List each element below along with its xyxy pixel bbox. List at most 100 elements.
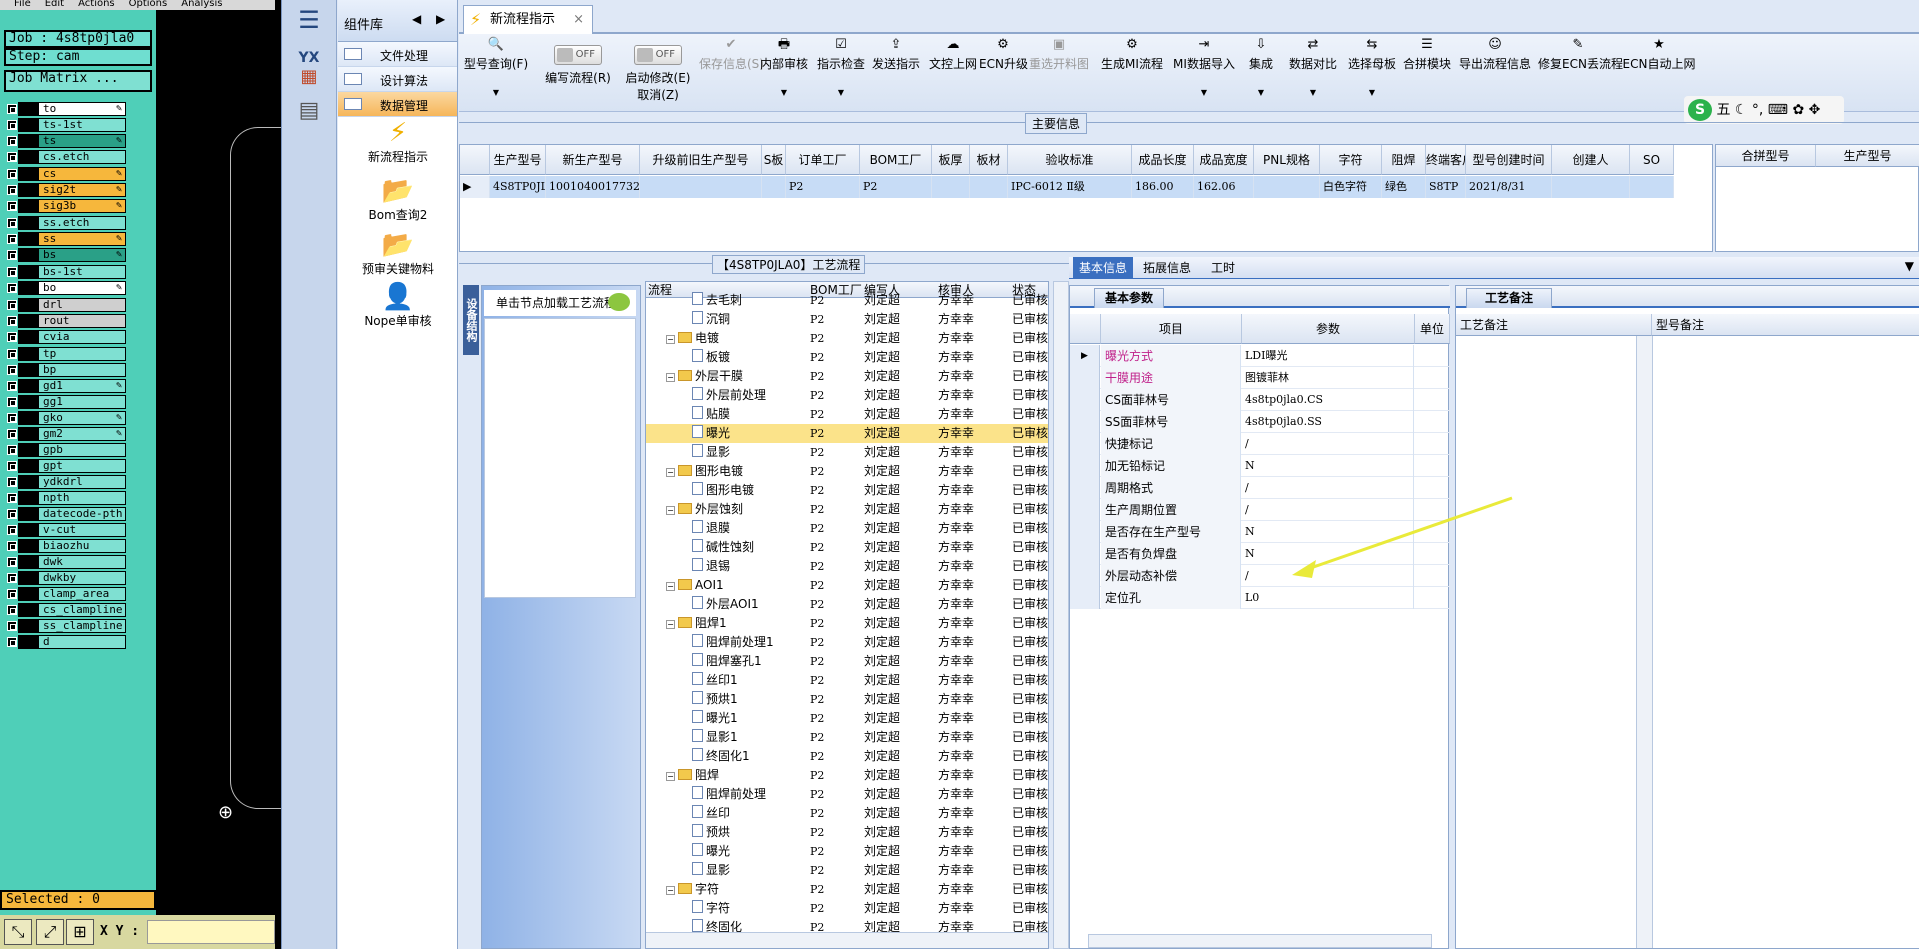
- tree-row[interactable]: 显影 P2 刘定超 方幸幸 已审核: [646, 443, 1048, 462]
- tree-row[interactable]: 曝光 P2 刘定超 方幸幸 已审核: [646, 842, 1048, 861]
- grid-cell[interactable]: [1254, 176, 1320, 198]
- layer-row[interactable]: gg1: [4, 395, 126, 410]
- tree-row[interactable]: − 图形电镀 P2 刘定超 方幸幸 已审核: [646, 462, 1048, 481]
- collapse-icon[interactable]: −: [666, 620, 675, 629]
- component-new-flow[interactable]: ⚡ 新流程指示: [338, 118, 458, 165]
- chevron-down-icon[interactable]: ▼: [1905, 259, 1914, 273]
- layer-checkbox[interactable]: [7, 493, 17, 503]
- grid-cell[interactable]: [640, 176, 762, 198]
- layer-checkbox[interactable]: [7, 621, 17, 631]
- column-header[interactable]: 阻焊: [1382, 145, 1426, 175]
- layer-name[interactable]: v-cut: [38, 523, 126, 537]
- tree-row[interactable]: 贴膜 P2 刘定超 方幸幸 已审核: [646, 405, 1048, 424]
- layer-name[interactable]: cs.etch: [38, 150, 126, 164]
- param-unit[interactable]: [1415, 565, 1450, 587]
- layer-name[interactable]: datecode-pth: [38, 507, 126, 521]
- layer-checkbox[interactable]: [7, 136, 17, 146]
- param-row[interactable]: 外层动态补偿 /: [1070, 565, 1450, 587]
- tree-row[interactable]: 碱性蚀刻 P2 刘定超 方幸幸 已审核: [646, 538, 1048, 557]
- model-note-header[interactable]: 型号备注: [1652, 314, 1919, 336]
- layer-affected-flag[interactable]: [18, 347, 38, 361]
- layer-checkbox[interactable]: [7, 381, 17, 391]
- param-unit[interactable]: [1415, 499, 1450, 521]
- grid-cell[interactable]: [1552, 176, 1630, 198]
- layer-row[interactable]: gpt: [4, 459, 126, 474]
- layer-checkbox[interactable]: [7, 250, 17, 260]
- param-value[interactable]: /: [1242, 565, 1414, 587]
- tree-row[interactable]: 曝光 P2 刘定超 方幸幸 已审核: [646, 424, 1048, 443]
- toolbar-button[interactable]: ⇆ 选择母板 ▼: [1344, 37, 1400, 97]
- start-modify-toggle[interactable]: OFF 启动修改(E) 取消(Z): [621, 37, 695, 103]
- vertical-scrollbar[interactable]: [1636, 336, 1652, 948]
- component-key-material[interactable]: 📂 预审关键物料: [338, 230, 458, 277]
- tree-row[interactable]: − 字符 P2 刘定超 方幸幸 已审核: [646, 880, 1048, 899]
- layer-affected-flag[interactable]: [18, 443, 38, 457]
- layer-row[interactable]: tp: [4, 347, 126, 362]
- param-row[interactable]: 是否有负焊盘 N: [1070, 543, 1450, 565]
- param-value[interactable]: /: [1242, 477, 1414, 499]
- param-row[interactable]: 定位孔 L0: [1070, 587, 1450, 609]
- layer-affected-flag[interactable]: [18, 603, 38, 617]
- layer-name[interactable]: npth: [38, 491, 126, 505]
- layer-affected-flag[interactable]: [18, 475, 38, 489]
- layer-affected-flag[interactable]: [18, 216, 38, 230]
- layer-row[interactable]: ts-1st: [4, 118, 126, 133]
- layer-affected-flag[interactable]: [18, 248, 38, 262]
- layer-checkbox[interactable]: [7, 316, 17, 326]
- param-row[interactable]: ▶ 曝光方式 LDI曝光: [1070, 345, 1450, 367]
- tree-row[interactable]: − 外层干膜 P2 刘定超 方幸幸 已审核: [646, 367, 1048, 386]
- layer-affected-flag[interactable]: [18, 150, 38, 164]
- toolbar-button[interactable]: ✔ 保存信息(S): [699, 37, 764, 72]
- toolbar-button[interactable]: ⚙ ECN升级: [979, 37, 1028, 72]
- layer-affected-flag[interactable]: [18, 491, 38, 505]
- layer-checkbox[interactable]: [7, 267, 17, 277]
- toolbar-button[interactable]: ⇄ 数据对比 ▼: [1284, 37, 1342, 97]
- layer-affected-flag[interactable]: [18, 459, 38, 473]
- layer-row[interactable]: sig3b ✎: [4, 199, 126, 214]
- param-row[interactable]: 周期格式 /: [1070, 477, 1450, 499]
- tab-extended-info[interactable]: 拓展信息: [1137, 257, 1197, 279]
- layer-checkbox[interactable]: [7, 349, 17, 359]
- tree-row[interactable]: − 外层蚀刻 P2 刘定超 方幸幸 已审核: [646, 500, 1048, 519]
- column-header[interactable]: 验收标准: [1008, 145, 1132, 175]
- layer-name[interactable]: bp: [38, 363, 126, 377]
- layer-row[interactable]: npth: [4, 491, 126, 506]
- grid-cell[interactable]: [762, 176, 786, 198]
- layer-name[interactable]: to ✎: [38, 102, 126, 116]
- layer-affected-flag[interactable]: [18, 379, 38, 393]
- column-header[interactable]: PNL规格: [1254, 145, 1320, 175]
- grid-cell[interactable]: 4S8TP0JLA0: [490, 176, 546, 198]
- xy-input[interactable]: [147, 920, 275, 944]
- layer-row[interactable]: ss.etch: [4, 216, 126, 231]
- layer-checkbox[interactable]: [7, 477, 17, 487]
- tree-row[interactable]: 预烘 P2 刘定超 方幸幸 已审核: [646, 823, 1048, 842]
- layer-name[interactable]: gg1: [38, 395, 126, 409]
- layer-row[interactable]: gm2 ✎: [4, 427, 126, 442]
- param-unit[interactable]: [1415, 521, 1450, 543]
- layer-affected-flag[interactable]: [18, 395, 38, 409]
- collapse-icon[interactable]: −: [666, 772, 675, 781]
- layer-row[interactable]: to ✎: [4, 102, 126, 117]
- layer-name[interactable]: dwk: [38, 555, 126, 569]
- param-unit[interactable]: [1415, 345, 1450, 367]
- horizontal-scrollbar[interactable]: [1088, 934, 1432, 948]
- edit-flow-toggle[interactable]: OFF 编写流程(R): [539, 37, 617, 86]
- component-nope-audit[interactable]: 👤 Nope单审核: [338, 282, 458, 329]
- layer-name[interactable]: d: [38, 635, 126, 649]
- cam-menu-item[interactable]: Edit: [45, 0, 64, 9]
- grid-cell[interactable]: 162.06: [1194, 176, 1254, 198]
- column-header[interactable]: 升级前旧生产型号: [640, 145, 762, 175]
- layer-row[interactable]: rout: [4, 314, 126, 329]
- column-header[interactable]: 订单工厂: [786, 145, 860, 175]
- column-header[interactable]: 项目: [1101, 314, 1242, 344]
- toolbar-button[interactable]: ★ ECN自动上网: [1619, 37, 1699, 72]
- collapse-icon[interactable]: −: [666, 582, 675, 591]
- layer-name[interactable]: bo ✎: [38, 281, 126, 295]
- layer-name[interactable]: gpb: [38, 443, 126, 457]
- layer-row[interactable]: cvia: [4, 330, 126, 345]
- layer-name[interactable]: drl: [38, 298, 126, 312]
- column-header[interactable]: 创建人: [1552, 145, 1630, 175]
- param-row[interactable]: 加无铅标记 N: [1070, 455, 1450, 477]
- param-row[interactable]: 是否存在生产型号 N: [1070, 521, 1450, 543]
- merge-model-grid[interactable]: 合拼型号 生产型号: [1715, 144, 1919, 252]
